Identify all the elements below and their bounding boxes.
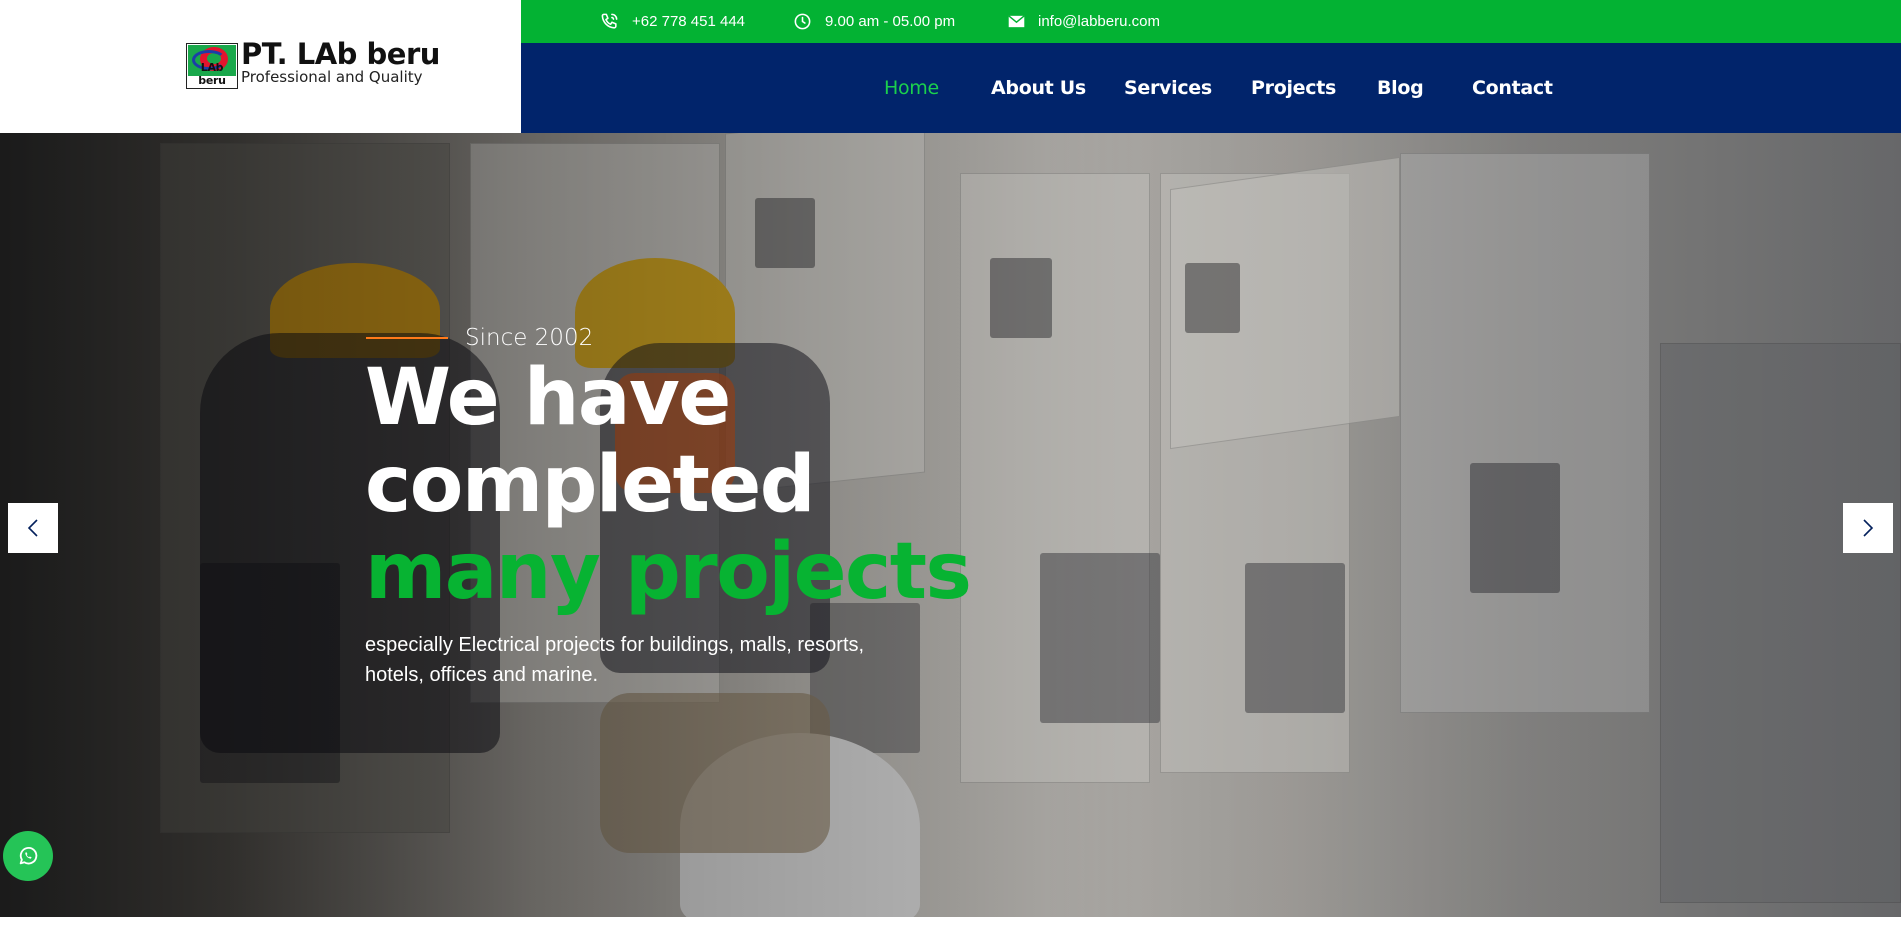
phone-number: +62 778 451 444 [632,13,746,30]
top-contact-bar: +62 778 451 444 9.00 am - 05.00 pm info@… [521,0,1901,43]
nav-services[interactable]: Services [1124,43,1212,133]
hours-text: 9.00 am - 05.00 pm [825,13,956,30]
slider-prev-button[interactable] [8,503,58,553]
slider-next-button[interactable] [1843,503,1893,553]
brand-tagline: Professional and Quality [241,68,423,86]
logo-mark-icon: LAb beru [186,43,238,89]
hero-description: especially Electrical projects for build… [365,634,865,686]
opening-hours: 9.00 am - 05.00 pm [793,0,955,43]
email-contact[interactable]: info@labberu.com [1008,0,1160,43]
nav-home[interactable]: Home [884,43,939,133]
nav-blog[interactable]: Blog [1377,43,1424,133]
chevron-left-icon [27,519,38,537]
chevron-right-icon [1863,519,1874,537]
envelope-icon [1008,15,1025,28]
brand-name: PT. LAb beru [241,37,440,71]
phone-icon [601,13,618,29]
kicker-accent-line [366,337,448,339]
headline-line-1: We have [365,353,731,443]
hero-kicker: Since 2002 [465,325,594,351]
nav-about-us[interactable]: About Us [991,43,1086,133]
logo-mark-text: LAb beru [198,61,226,87]
brand-logo[interactable]: LAb beru PT. LAb beru Professional and Q… [186,40,440,90]
nav-contact[interactable]: Contact [1472,43,1553,133]
logo-text: PT. LAb beru Professional and Quality [241,40,440,85]
hero-headline: We have completed many projects [365,353,972,617]
whatsapp-chat-button[interactable] [3,831,53,881]
phone-contact[interactable]: +62 778 451 444 [600,0,745,43]
headline-line-2: completed [365,440,816,530]
hero-slider: Since 2002 We have completed many projec… [0,133,1901,917]
nav-projects[interactable]: Projects [1251,43,1336,133]
headline-highlight: many projects [365,527,972,617]
logo-area: LAb beru PT. LAb beru Professional and Q… [0,0,521,133]
whatsapp-icon [19,846,38,865]
email-address: info@labberu.com [1038,13,1160,30]
clock-icon [794,13,811,30]
main-navigation: Home About Us Services Projects Blog Con… [521,43,1901,133]
